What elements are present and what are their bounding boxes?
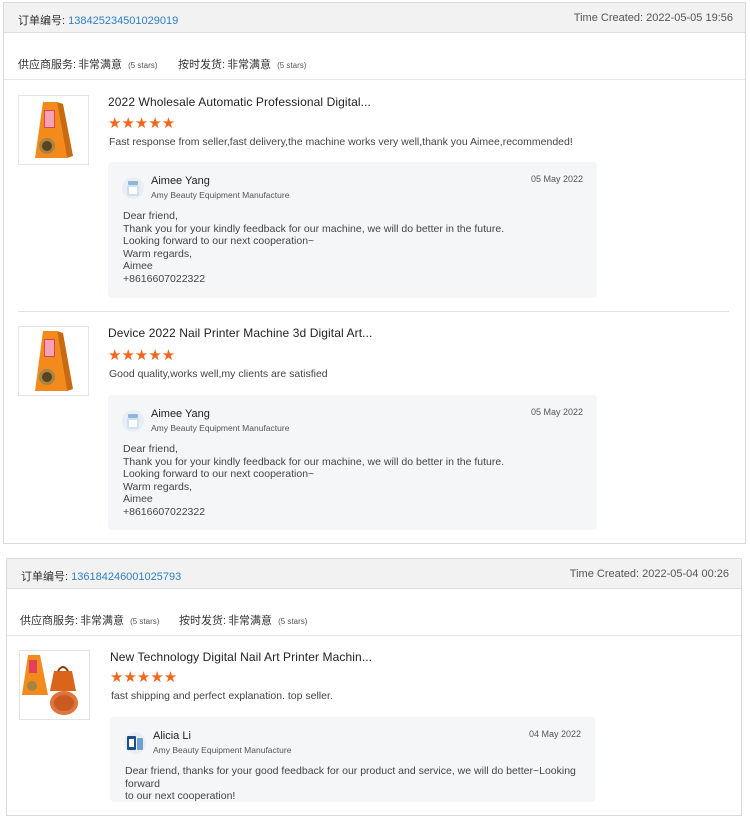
time-created: Time Created: 2022-05-05 19:56 [573, 12, 733, 24]
shipping-stars: (5 stars) [277, 61, 307, 70]
supplier-service-label: 供应商服务: [20, 615, 79, 627]
nail-printer-image [19, 327, 88, 395]
seller-ratings: 供应商服务: 非常满意 (5 stars) 按时发货: 非常满意 (5 stars) [7, 589, 741, 636]
seller-ratings: 供应商服务: 非常满意 (5 stars) 按时发货: 非常满意 (5 stars) [4, 33, 745, 80]
reply-text: Dear friend, thanks for your good feedba… [125, 765, 576, 803]
order-number-link[interactable]: 136184246001025793 [71, 571, 181, 583]
review-comment: Fast response from seller,fast delivery,… [109, 136, 573, 148]
reply-date: 05 May 2022 [530, 407, 583, 417]
shipping-label: 按时发货: [178, 59, 226, 71]
time-created: Time Created: 2022-05-04 00:26 [569, 568, 729, 580]
supplier-service-label: 供应商服务: [18, 59, 77, 71]
supplier-service-rating: 供应商服务: 非常满意 (5 stars) [18, 56, 157, 72]
review-comment: Good quality,works well,my clients are s… [109, 368, 328, 380]
reply-author-name: Aimee Yang [151, 175, 210, 187]
seller-reply: Aimee Yang Amy Beauty Equipment Manufact… [108, 162, 597, 298]
seller-avatar [122, 410, 144, 432]
shipping-value: 非常满意 [227, 59, 272, 71]
order-number-row: 订单编号: 136184246001025793 [21, 568, 181, 584]
supplier-service-value: 非常满意 [80, 615, 125, 627]
reply-text: Dear friend, Thank you for your kindly f… [123, 443, 505, 518]
review-star-rating: ★★★★★ [108, 347, 176, 364]
seller-reply: Alicia Li Amy Beauty Equipment Manufactu… [110, 717, 595, 802]
product-thumbnail[interactable] [18, 95, 89, 165]
seller-reply: Aimee Yang Amy Beauty Equipment Manufact… [108, 395, 597, 530]
seller-avatar [122, 177, 144, 199]
seller-avatar [124, 732, 146, 754]
supplier-service-value: 非常满意 [78, 59, 123, 71]
review-comment: fast shipping and perfect explanation. t… [111, 690, 333, 702]
reply-company: Amy Beauty Equipment Manufacture [151, 190, 290, 200]
reply-author-name: Aimee Yang [151, 408, 210, 420]
reply-text: Dear friend, Thank you for your kindly f… [123, 210, 505, 285]
avatar-icon [122, 177, 144, 199]
reply-date: 04 May 2022 [528, 729, 581, 739]
product-title-link[interactable]: 2022 Wholesale Automatic Professional Di… [108, 95, 371, 109]
order-number-link[interactable]: 138425234501029019 [68, 15, 178, 27]
supplier-service-stars: (5 stars) [128, 61, 158, 70]
review-star-rating: ★★★★★ [108, 115, 176, 132]
order-number-label: 订单编号: [18, 15, 66, 27]
reply-author-name: Alicia Li [153, 730, 191, 742]
nail-printer-image [20, 651, 89, 719]
shipping-label: 按时发货: [179, 615, 227, 627]
order-header: 订单编号: 138425234501029019 Time Created: 2… [4, 3, 745, 33]
order-number-row: 订单编号: 138425234501029019 [18, 12, 178, 28]
review-star-rating: ★★★★★ [110, 669, 178, 686]
supplier-service-rating: 供应商服务: 非常满意 (5 stars) [20, 612, 159, 628]
order-header: 订单编号: 136184246001025793 Time Created: 2… [7, 559, 741, 589]
nail-printer-image [19, 96, 88, 164]
shipping-value: 非常满意 [228, 615, 273, 627]
reply-date: 05 May 2022 [530, 174, 583, 184]
order-number-label: 订单编号: [21, 571, 69, 583]
shipping-stars: (5 stars) [278, 617, 308, 626]
supplier-service-stars: (5 stars) [130, 617, 160, 626]
shipping-rating: 按时发货: 非常满意 (5 stars) [179, 612, 307, 628]
product-title-link[interactable]: Device 2022 Nail Printer Machine 3d Digi… [108, 326, 372, 340]
product-thumbnail[interactable] [18, 326, 89, 396]
reply-company: Amy Beauty Equipment Manufacture [151, 423, 290, 433]
product-title-link[interactable]: New Technology Digital Nail Art Printer … [110, 650, 372, 664]
avatar-icon [124, 732, 146, 754]
review-divider [18, 311, 729, 312]
order-card: 订单编号: 138425234501029019 Time Created: 2… [3, 2, 746, 544]
order-card: 订单编号: 136184246001025793 Time Created: 2… [6, 558, 742, 816]
avatar-icon [122, 410, 144, 432]
shipping-rating: 按时发货: 非常满意 (5 stars) [178, 56, 306, 72]
reply-company: Amy Beauty Equipment Manufacture [153, 745, 292, 755]
product-thumbnail[interactable] [19, 650, 90, 720]
